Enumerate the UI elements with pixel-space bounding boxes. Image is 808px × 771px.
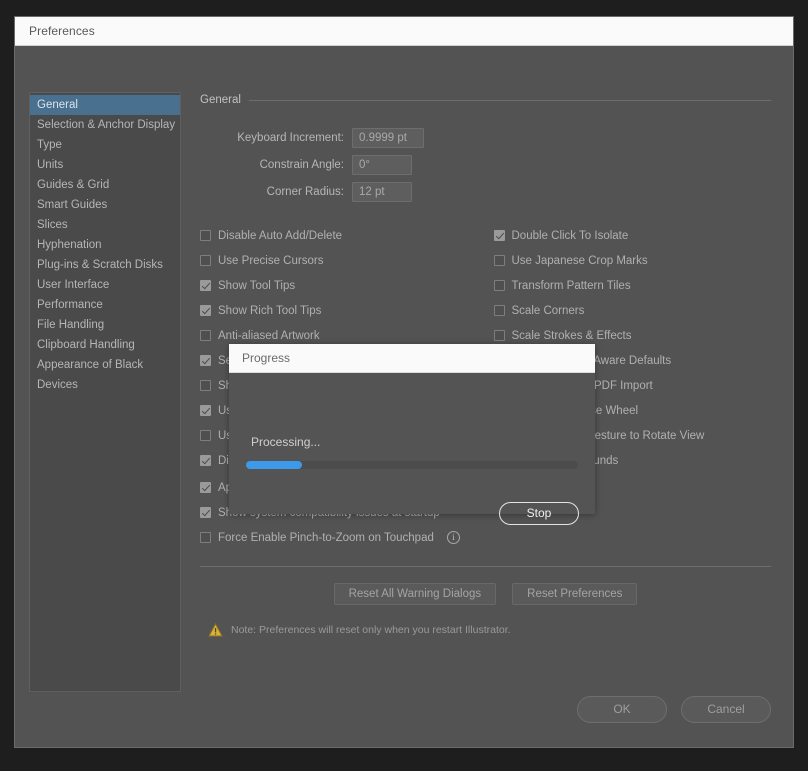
checkbox-label: Anti-aliased Artwork [218, 329, 320, 342]
checkbox-icon[interactable] [200, 280, 211, 291]
field-label: Keyboard Increment: [237, 131, 344, 144]
checkbox-label: Show Tool Tips [218, 279, 296, 292]
progress-bar-track [246, 461, 578, 469]
reset-preferences-button[interactable]: Reset Preferences [512, 583, 638, 605]
sidebar-item-devices[interactable]: Devices [30, 375, 180, 395]
checkbox-icon[interactable] [200, 482, 211, 493]
checkbox-icon[interactable] [493, 305, 505, 316]
checkbox-icon[interactable] [493, 280, 505, 291]
checkbox-icon[interactable] [200, 532, 211, 543]
field-label: Corner Radius: [266, 185, 344, 198]
sidebar-item-type[interactable]: Type [30, 135, 180, 155]
sidebar-item-smart-guides[interactable]: Smart Guides [30, 195, 180, 215]
sidebar-item-units[interactable]: Units [30, 155, 180, 175]
checkbox-icon[interactable] [493, 230, 505, 241]
screen-root: Preferences General Selection & Anchor Di… [0, 0, 808, 771]
checkbox-icon[interactable] [200, 380, 211, 391]
progress-dialog-body: Processing... Stop [229, 373, 595, 525]
category-sidebar[interactable]: General Selection & Anchor Display Type Uni… [29, 92, 181, 692]
sidebar-item-guides-grid[interactable]: Guides & Grid [30, 175, 180, 195]
pane-divider [200, 566, 771, 567]
checkbox-label: Force Enable Pinch-to-Zoom on Touchpad [218, 531, 434, 544]
info-icon[interactable]: i [446, 531, 460, 544]
checkbox-icon[interactable] [200, 305, 211, 316]
checkbox-row[interactable]: Disable Auto Add/Delete [200, 223, 486, 248]
field-row: Constrain Angle: 0° [200, 151, 771, 178]
checkbox-icon[interactable] [200, 507, 211, 518]
field-row: Corner Radius: 12 pt [200, 178, 771, 205]
checkbox-icon[interactable] [200, 405, 211, 416]
checkbox-row[interactable]: Scale Corners [493, 298, 772, 323]
checkbox-row[interactable]: Force Enable Pinch-to-Zoom on Touchpad i [200, 525, 771, 550]
checkbox-label: Disable Auto Add/Delete [218, 229, 343, 242]
note-row: Note: Preferences will reset only when y… [200, 623, 771, 637]
progress-dialog-titlebar: Progress [229, 344, 595, 373]
sidebar-item-appearance-of-black[interactable]: Appearance of Black [30, 355, 180, 375]
checkbox-icon[interactable] [493, 255, 505, 266]
checkbox-icon[interactable] [200, 430, 211, 441]
checkbox-label: Transform Pattern Tiles [511, 279, 631, 292]
reset-buttons-row: Reset All Warning Dialogs Reset Preferenc… [200, 583, 771, 605]
sidebar-item-selection-anchor-display[interactable]: Selection & Anchor Display [30, 115, 180, 135]
ok-button[interactable]: OK [577, 696, 667, 723]
reset-all-warning-dialogs-button[interactable]: Reset All Warning Dialogs [333, 583, 497, 605]
checkbox-label: Use Japanese Crop Marks [511, 254, 648, 267]
sidebar-item-user-interface[interactable]: User Interface [30, 275, 180, 295]
checkbox-label: Double Click To Isolate [511, 229, 629, 242]
section-header: General [200, 90, 771, 110]
field-input[interactable]: 12 pt [352, 181, 412, 202]
checkbox-label: Scale Corners [511, 304, 585, 317]
sidebar-item-hyphenation[interactable]: Hyphenation [30, 235, 180, 255]
note-text: Note: Preferences will reset only when y… [231, 624, 511, 636]
checkbox-row[interactable]: Use Japanese Crop Marks [493, 248, 772, 273]
field-row: Keyboard Increment: 0.9999 pt [200, 124, 771, 151]
sidebar-item-file-handling[interactable]: File Handling [30, 315, 180, 335]
checkbox-icon[interactable] [200, 330, 211, 341]
checkbox-icon[interactable] [200, 455, 211, 466]
checkbox-label: Show Rich Tool Tips [218, 304, 322, 317]
sidebar-item-performance[interactable]: Performance [30, 295, 180, 315]
progress-bar-fill [246, 461, 303, 469]
progress-status-text: Processing... [251, 435, 321, 449]
progress-dialog-title: Progress [242, 351, 291, 365]
numeric-fields: Keyboard Increment: 0.9999 pt Constrain An… [200, 124, 771, 205]
checkbox-icon[interactable] [200, 255, 211, 266]
sidebar-item-clipboard-handling[interactable]: Clipboard Handling [30, 335, 180, 355]
stop-button[interactable]: Stop [499, 502, 579, 525]
checkbox-label: Use Precise Cursors [218, 254, 324, 267]
window-titlebar: Preferences [15, 17, 793, 46]
preferences-window: Preferences General Selection & Anchor Di… [14, 16, 794, 748]
checkbox-row[interactable]: Show Tool Tips [200, 273, 486, 298]
section-rule [248, 99, 771, 101]
field-input[interactable]: 0.9999 pt [352, 127, 424, 148]
sidebar-item-general[interactable]: General [30, 95, 180, 115]
checkbox-icon[interactable] [493, 330, 505, 341]
field-label: Constrain Angle: [259, 158, 344, 171]
checkbox-row[interactable]: Double Click To Isolate [493, 223, 772, 248]
checkbox-icon[interactable] [200, 355, 211, 366]
progress-dialog: Progress Processing... Stop [229, 344, 595, 525]
checkbox-row[interactable]: Show Rich Tool Tips [200, 298, 486, 323]
checkbox-row[interactable]: Use Precise Cursors [200, 248, 486, 273]
checkbox-icon[interactable] [200, 230, 211, 241]
field-input[interactable]: 0° [352, 154, 412, 175]
preferences-body: General Selection & Anchor Display Type Uni… [15, 46, 793, 747]
cancel-button[interactable]: Cancel [681, 696, 771, 723]
window-title: Preferences [29, 24, 95, 38]
section-title: General [200, 94, 241, 106]
checkbox-row[interactable]: Transform Pattern Tiles [493, 273, 772, 298]
dialog-footer-buttons: OK Cancel [577, 696, 771, 723]
checkbox-label: Scale Strokes & Effects [511, 329, 632, 342]
warning-triangle-icon [208, 623, 223, 637]
sidebar-item-plug-ins-scratch-disks[interactable]: Plug-ins & Scratch Disks [30, 255, 180, 275]
sidebar-item-slices[interactable]: Slices [30, 215, 180, 235]
